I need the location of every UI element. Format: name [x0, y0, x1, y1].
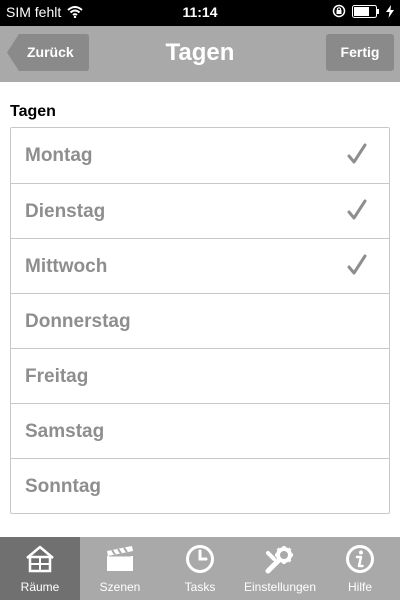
tab-hilfe[interactable]: Hilfe	[320, 537, 400, 600]
tab-label: Szenen	[99, 580, 141, 594]
tab-einstellungen[interactable]: Einstellungen	[240, 537, 320, 600]
done-button[interactable]: Fertig	[326, 34, 394, 71]
navigation-bar: Zurück Tagen Fertig	[0, 26, 400, 82]
day-row-freitag[interactable]: Freitag	[11, 348, 389, 403]
day-row-montag[interactable]: Montag	[11, 128, 389, 183]
tab-label: Hilfe	[347, 580, 372, 594]
day-label: Freitag	[25, 366, 89, 387]
day-row-samstag[interactable]: Samstag	[11, 403, 389, 458]
status-right	[332, 4, 394, 18]
clapperboard-icon	[107, 546, 133, 571]
checkmark-icon	[347, 199, 367, 220]
day-list: Montag Dienstag Mittwoch Donnerstag Frei…	[10, 127, 390, 514]
tab-label: Einstellungen	[243, 580, 317, 594]
house-icon	[26, 545, 54, 573]
day-label: Montag	[25, 145, 93, 166]
tab-raeume[interactable]: Räume	[0, 537, 80, 600]
tab-label: Räume	[20, 580, 60, 594]
tab-label: Tasks	[184, 580, 216, 594]
day-row-sonntag[interactable]: Sonntag	[11, 458, 389, 513]
day-label: Sonntag	[25, 476, 101, 497]
day-label: Samstag	[25, 421, 105, 442]
charging-icon	[386, 4, 394, 18]
tab-tasks[interactable]: Tasks	[160, 537, 240, 600]
battery-icon	[352, 4, 379, 18]
day-label: Mittwoch	[25, 256, 108, 277]
checkmark-icon	[347, 143, 367, 164]
day-row-donnerstag[interactable]: Donnerstag	[11, 293, 389, 348]
day-label: Donnerstag	[25, 311, 131, 332]
wrench-gear-icon	[265, 546, 293, 574]
day-label: Dienstag	[25, 201, 106, 222]
info-icon	[346, 545, 374, 573]
tab-bar: Räume Szenen Tasks Einstellungen Hilfe	[0, 537, 400, 600]
day-row-dienstag[interactable]: Dienstag	[11, 183, 389, 238]
rotation-lock-icon	[332, 4, 346, 18]
section-header: Tagen	[10, 103, 56, 120]
checkmark-icon	[347, 254, 367, 275]
tab-szenen[interactable]: Szenen	[80, 537, 160, 600]
clock-icon	[186, 545, 214, 573]
status-bar: SIM fehlt 11:14	[0, 0, 400, 26]
day-row-mittwoch[interactable]: Mittwoch	[11, 238, 389, 293]
